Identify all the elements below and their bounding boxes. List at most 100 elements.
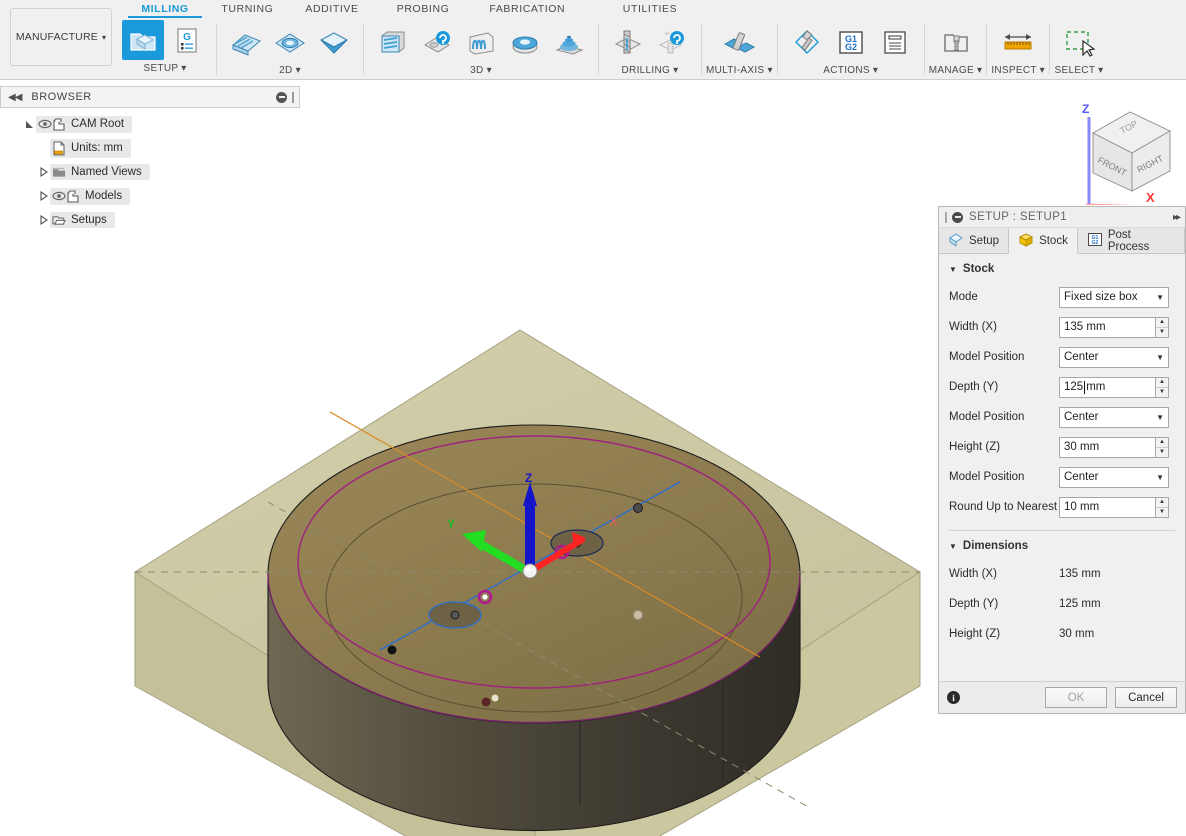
- input-height-z[interactable]: 30 mm: [1059, 436, 1155, 458]
- dialog-expand-icon[interactable]: ▸▸: [1173, 212, 1181, 223]
- g1g2-icon[interactable]: G1 G2: [830, 22, 872, 62]
- endpoint-marker-4[interactable]: [481, 697, 491, 707]
- select-model-position-y[interactable]: Center ▼: [1059, 406, 1169, 428]
- measure-ruler-icon[interactable]: [997, 22, 1039, 62]
- probe-3d-icon[interactable]: [416, 22, 458, 62]
- tree-row-models[interactable]: Models: [0, 184, 300, 208]
- workspace-selector[interactable]: MANUFACTURE ▾: [10, 8, 112, 66]
- tree-row-named-views[interactable]: Named Views: [0, 160, 300, 184]
- dialog-tabs: Setup Stock G1 G2 Post Process: [939, 228, 1185, 254]
- setup-icon: [948, 232, 964, 250]
- tab-stock[interactable]: Stock: [1009, 228, 1078, 254]
- viewcube-x-label: X: [1146, 190, 1155, 205]
- tree-row-setups[interactable]: Setups: [0, 208, 300, 232]
- svg-text:G2: G2: [845, 42, 857, 52]
- component-icon-2: [66, 189, 80, 203]
- view-cube[interactable]: Z X TOP FRONT RIGHT: [1060, 95, 1186, 210]
- group-label-actions[interactable]: ACTIONS ▾: [823, 65, 878, 76]
- setup-dialog[interactable]: SETUP : SETUP1 ▸▸ Setup Stock G1 G2 Post…: [938, 206, 1186, 714]
- tab-post-process[interactable]: G1 G2 Post Process: [1077, 228, 1185, 253]
- morph-3d-icon[interactable]: [548, 22, 590, 62]
- group-label-manage[interactable]: MANAGE ▾: [929, 65, 983, 76]
- ribbon-divider-5: [776, 23, 778, 75]
- group-label-setup[interactable]: SETUP ▾: [143, 63, 186, 74]
- eye-visible-icon-2[interactable]: [52, 191, 66, 201]
- tab-setup[interactable]: Setup: [939, 228, 1010, 253]
- dimension-label-depth: Depth (Y): [949, 598, 999, 610]
- group-label-select[interactable]: SELECT ▾: [1055, 65, 1104, 76]
- dimension-value-height: 30 mm: [1059, 628, 1095, 640]
- input-depth-y[interactable]: 125 mm: [1059, 376, 1155, 398]
- stepper-depth-y[interactable]: ▲ ▼: [1155, 376, 1169, 398]
- dialog-drag-grip[interactable]: [945, 211, 947, 223]
- ok-button[interactable]: OK: [1045, 687, 1107, 708]
- stepper-round-up[interactable]: ▲ ▼: [1155, 496, 1169, 518]
- endpoint-marker-5[interactable]: [491, 694, 499, 702]
- info-icon[interactable]: i: [947, 691, 960, 704]
- dialog-titlebar[interactable]: SETUP : SETUP1 ▸▸: [939, 207, 1185, 228]
- dimension-row-height: Height (Z) 30 mm: [939, 619, 1185, 649]
- tab-probing[interactable]: PROBING: [397, 0, 450, 18]
- ribbon-divider-4: [701, 23, 702, 75]
- input-width-x[interactable]: 135 mm: [1059, 316, 1155, 338]
- select-model-position-x-value: Center: [1064, 351, 1099, 363]
- tab-turning[interactable]: TURNING: [221, 0, 273, 18]
- multiaxis-swarf-icon[interactable]: [718, 22, 760, 62]
- adaptive-3d-icon[interactable]: [372, 22, 414, 62]
- fusion360-cam-window: X Y Z Z X TOP FRONT RIGHT MANUFACTURE ▾ …: [0, 0, 1186, 836]
- browser-minimize-icon[interactable]: [276, 91, 287, 103]
- select-mode[interactable]: Fixed size box ▼: [1059, 286, 1169, 308]
- collapse-browser-icon[interactable]: ◀◀: [8, 92, 22, 103]
- chevron-down-icon-mpy: ▼: [1156, 412, 1164, 422]
- manual-ncs-icon[interactable]: [786, 22, 828, 62]
- browser-resize-grip[interactable]: [292, 91, 294, 103]
- stepper-height-z[interactable]: ▲ ▼: [1155, 436, 1169, 458]
- expander-collapsed-icon-2[interactable]: [36, 191, 50, 201]
- select-model-position-z[interactable]: Center ▼: [1059, 466, 1169, 488]
- chevron-down-icon-mpx: ▼: [1156, 352, 1164, 362]
- chevron-down-icon-stock: ▼: [949, 264, 957, 274]
- drill-icon[interactable]: [607, 22, 649, 62]
- section-header-stock[interactable]: ▼ Stock: [939, 254, 1185, 282]
- endpoint-marker-2[interactable]: [387, 645, 397, 655]
- group-label-inspect[interactable]: INSPECT ▾: [991, 65, 1045, 76]
- dialog-minimize-icon[interactable]: [952, 211, 963, 223]
- eye-visible-icon[interactable]: [38, 119, 52, 129]
- expander-expanded-icon[interactable]: [22, 120, 36, 129]
- scallop-3d-icon[interactable]: [504, 22, 546, 62]
- stepper-width-x[interactable]: ▲ ▼: [1155, 316, 1169, 338]
- input-round-up[interactable]: 10 mm: [1059, 496, 1155, 518]
- select-marquee-icon[interactable]: [1058, 22, 1100, 62]
- group-label-multiaxis[interactable]: MULTI-AXIS ▾: [706, 65, 773, 76]
- expander-collapsed-icon-3[interactable]: [36, 215, 50, 225]
- endpoint-marker-3[interactable]: [633, 610, 643, 620]
- group-label-3d[interactable]: 3D ▾: [470, 65, 492, 76]
- setup-folder-icon[interactable]: [122, 20, 164, 60]
- ribbon-divider-3: [598, 23, 599, 75]
- tab-fabrication[interactable]: FABRICATION: [489, 0, 565, 18]
- setup-sheet-icon[interactable]: [874, 22, 916, 62]
- endpoint-marker-1[interactable]: [633, 503, 643, 513]
- svg-text:G: G: [183, 32, 191, 43]
- cancel-button[interactable]: Cancel: [1115, 687, 1177, 708]
- contour-2d-icon[interactable]: [313, 22, 355, 62]
- tree-label-setups: Setups: [71, 214, 107, 226]
- expander-collapsed-icon[interactable]: [36, 167, 50, 177]
- gcode-list-icon[interactable]: G: [166, 20, 208, 60]
- section-header-dimensions[interactable]: ▼ Dimensions: [939, 531, 1185, 559]
- tab-additive[interactable]: ADDITIVE: [305, 0, 358, 18]
- tab-utilities[interactable]: UTILITIES: [623, 0, 677, 18]
- ribbon-group-inspect: INSPECT ▾: [991, 0, 1045, 80]
- group-label-2d[interactable]: 2D ▾: [279, 65, 301, 76]
- select-model-position-x[interactable]: Center ▼: [1059, 346, 1169, 368]
- tree-row-units[interactable]: Units: mm: [0, 136, 300, 160]
- wcs-origin-handle[interactable]: [522, 563, 538, 579]
- bore-probe-icon[interactable]: +: [651, 22, 693, 62]
- tree-row-cam-root[interactable]: CAM Root: [0, 112, 300, 136]
- tool-library-icon[interactable]: [935, 22, 977, 62]
- wcs-x-label: X: [610, 516, 618, 528]
- group-label-drilling[interactable]: DRILLING ▾: [622, 65, 679, 76]
- face-2d-icon[interactable]: [225, 22, 267, 62]
- pocket-2d-icon[interactable]: [269, 22, 311, 62]
- parallel-3d-icon[interactable]: [460, 22, 502, 62]
